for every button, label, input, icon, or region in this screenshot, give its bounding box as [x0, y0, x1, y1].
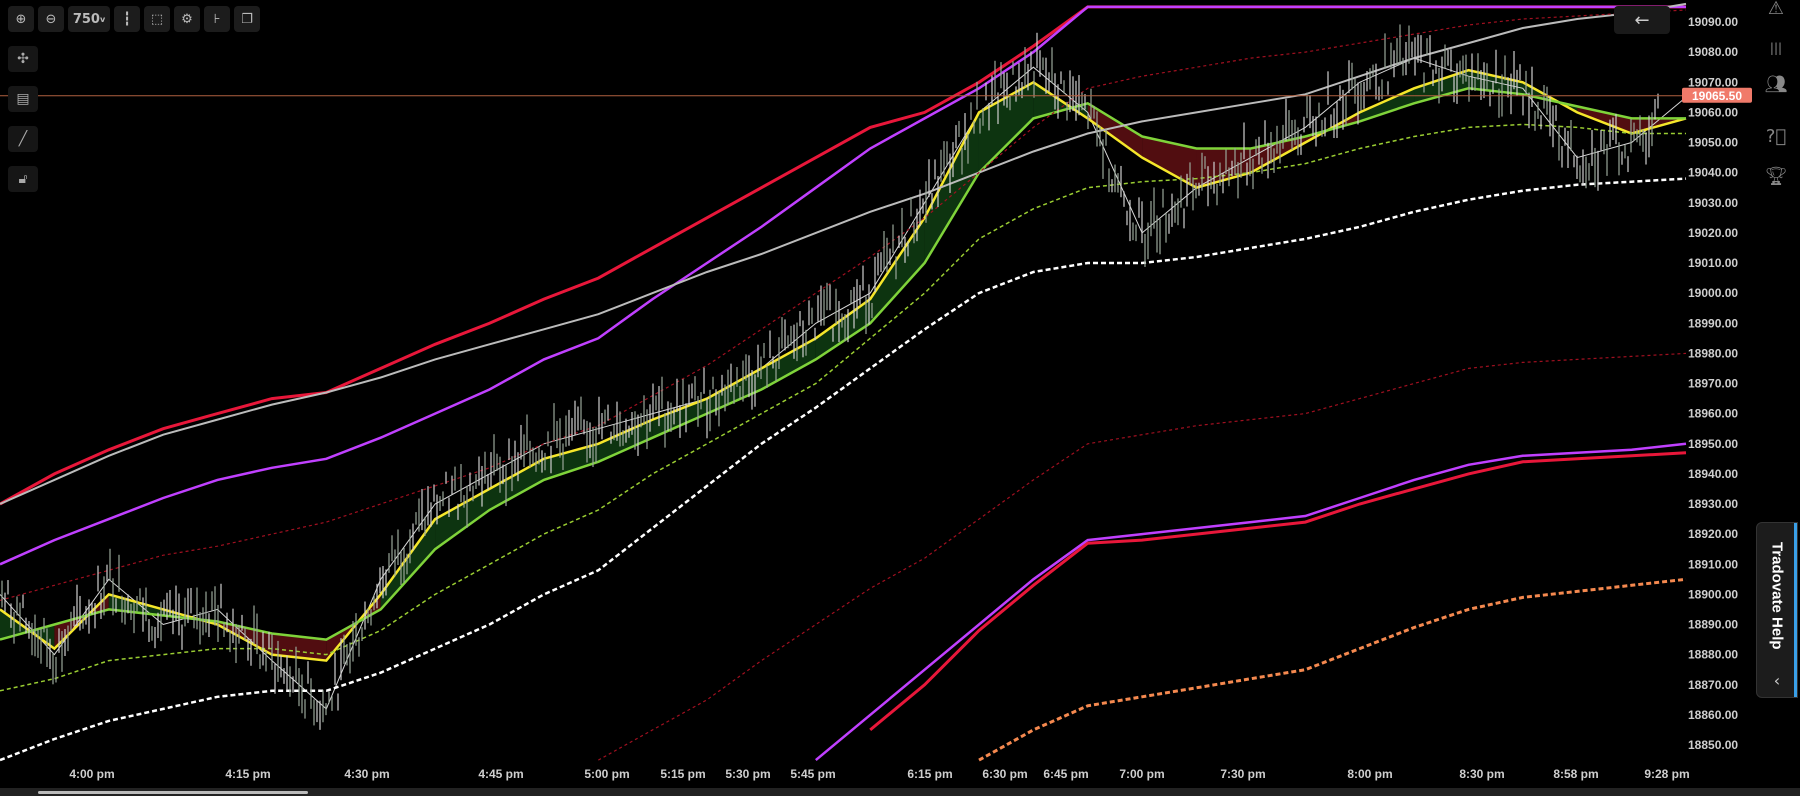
scroll-to-latest-button[interactable]: ←: [1614, 6, 1670, 34]
trendline-button[interactable]: ╱: [8, 126, 38, 152]
price-tick-label: 18850.00: [1688, 738, 1738, 752]
line-draw-icon: ╱: [18, 131, 28, 147]
trophy-icon: 🏆︎: [1764, 165, 1788, 187]
price-tick-label: 18900.00: [1688, 587, 1738, 601]
bar-count-label: 750: [72, 11, 100, 27]
users-icon: 👥︎: [1764, 73, 1788, 95]
price-tick-label: 19050.00: [1688, 136, 1738, 150]
copy-icon: ❐: [241, 11, 253, 27]
time-tick-label: 4:30 pm: [344, 767, 389, 781]
arrow-left-icon: ←: [1634, 9, 1650, 31]
time-tick-label: 9:28 pm: [1644, 767, 1689, 781]
bar-count-suffix: v: [99, 14, 106, 24]
series-line-12: [978, 577, 1687, 762]
time-tick-label: 5:00 pm: [584, 767, 629, 781]
series-line-10: [815, 442, 1687, 762]
candlestick-icon: ┇: [123, 11, 131, 27]
time-tick-label: 4:45 pm: [478, 767, 523, 781]
price-tick-label: 18890.00: [1688, 618, 1738, 632]
alert-button[interactable]: ⚠: [1762, 0, 1790, 22]
dom-button[interactable]: |||: [1762, 34, 1790, 62]
help-center-button[interactable]: ?⃝: [1762, 122, 1790, 150]
warning-icon: ⚠: [1767, 0, 1785, 19]
notes-button[interactable]: ▤: [8, 86, 38, 112]
price-tick-label: 19080.00: [1688, 45, 1738, 59]
price-chart[interactable]: 19090.00 19080.00 19070.00 19060.00 19050.00…: [0, 0, 1800, 796]
series-line-4: [0, 177, 1687, 762]
bars-icon: |||: [1769, 41, 1783, 55]
price-tick-label: 19090.00: [1688, 15, 1738, 29]
time-tick-label: 4:00 pm: [69, 767, 114, 781]
current-price-label: 19065.50: [1692, 89, 1742, 103]
price-tick-label: 18980.00: [1688, 346, 1738, 360]
price-tick-label: 19070.00: [1688, 75, 1738, 89]
crosshair-icon: ✣: [17, 51, 29, 67]
scrollbar-thumb[interactable]: [38, 791, 308, 794]
price-tick-label: 18950.00: [1688, 437, 1738, 451]
crosshair-button[interactable]: ✣: [8, 46, 38, 72]
zoom-in-button[interactable]: ⊕: [8, 6, 34, 32]
settings-button[interactable]: ⚙: [174, 6, 200, 32]
price-tick-label: 18930.00: [1688, 497, 1738, 511]
community-button[interactable]: 👥︎: [1762, 70, 1790, 98]
time-tick-label: 7:00 pm: [1119, 767, 1164, 781]
time-tick-label: 8:30 pm: [1459, 767, 1504, 781]
help-widget-label: Tradovate Help: [1768, 542, 1786, 650]
current-price-tag: 19065.50: [1682, 87, 1752, 103]
series-line-2: [0, 87, 1686, 641]
leaderboard-button[interactable]: 🏆︎: [1762, 162, 1790, 190]
chevron-left-icon[interactable]: ‹: [1757, 667, 1797, 693]
select-region-button[interactable]: ⬚: [144, 6, 170, 32]
time-tick-label: 6:15 pm: [907, 767, 952, 781]
unlock-icon: 🔓︎: [18, 171, 28, 187]
price-tick-label: 18960.00: [1688, 407, 1738, 421]
time-axis: 4:00 pm 4:15 pm 4:30 pm 4:45 pm 5:00 pm 5:15 …: [69, 767, 1689, 781]
price-tick-label: 19030.00: [1688, 196, 1738, 210]
help-widget[interactable]: Tradovate Help ‹: [1756, 522, 1798, 698]
price-tick-label: 18910.00: [1688, 557, 1738, 571]
time-tick-label: 5:45 pm: [790, 767, 835, 781]
document-icon: ▤: [16, 91, 30, 107]
zoom-out-button[interactable]: ⊖: [38, 6, 64, 32]
time-tick-label: 6:30 pm: [982, 767, 1027, 781]
selection-icon: ⬚: [150, 11, 164, 27]
bar-count-button[interactable]: 750 v: [68, 6, 110, 32]
price-tick-label: 18920.00: [1688, 527, 1738, 541]
time-tick-label: 4:15 pm: [225, 767, 270, 781]
price-tick-label: 19040.00: [1688, 166, 1738, 180]
chart-type-button[interactable]: ┇: [114, 6, 140, 32]
price-tick-label: 19010.00: [1688, 256, 1738, 270]
time-tick-label: 5:30 pm: [725, 767, 770, 781]
indicator-icon: ⊦: [213, 11, 221, 27]
layout-button[interactable]: ❐: [234, 6, 260, 32]
price-tick-label: 19060.00: [1688, 105, 1738, 119]
time-tick-label: 5:15 pm: [660, 767, 705, 781]
price-tick-label: 18860.00: [1688, 708, 1738, 722]
price-tick-label: 18990.00: [1688, 316, 1738, 330]
time-tick-label: 6:45 pm: [1043, 767, 1088, 781]
price-tick-label: 18970.00: [1688, 377, 1738, 391]
series-line-1: [0, 68, 1687, 662]
zoom-in-icon: ⊕: [15, 11, 27, 27]
question-icon: ?⃝: [1765, 125, 1787, 147]
gear-icon: ⚙: [181, 11, 193, 27]
time-tick-label: 8:58 pm: [1553, 767, 1598, 781]
time-tick-label: 8:00 pm: [1347, 767, 1392, 781]
indicators-button[interactable]: ⊦: [204, 6, 230, 32]
series-line-0: [0, 57, 1687, 710]
price-tick-label: 19020.00: [1688, 226, 1738, 240]
price-tick-label: 18870.00: [1688, 678, 1738, 692]
price-tick-label: 19000.00: [1688, 286, 1738, 300]
zoom-out-icon: ⊖: [45, 11, 57, 27]
chart-toolbar: ⊕ ⊖ 750 v ┇ ⬚ ⚙ ⊦ ❐: [8, 6, 260, 32]
series-line-11: [869, 451, 1687, 732]
price-tick-label: 18880.00: [1688, 648, 1738, 662]
time-tick-label: 7:30 pm: [1220, 767, 1265, 781]
price-tick-label: 18940.00: [1688, 467, 1738, 481]
drawing-tools: ✣ ▤ ╱ 🔓︎: [8, 46, 38, 192]
lock-button[interactable]: 🔓︎: [8, 166, 38, 192]
price-axis: 19090.00 19080.00 19070.00 19060.00 19050.00…: [1688, 15, 1738, 752]
